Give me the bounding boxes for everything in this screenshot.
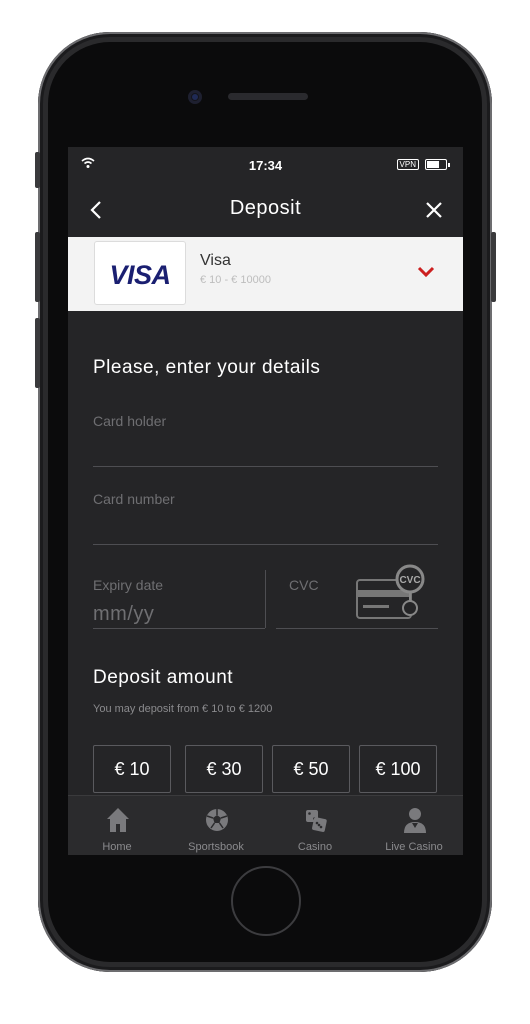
status-bar: 17:34 VPN	[68, 147, 463, 183]
cvc-underline	[276, 628, 438, 629]
battery-icon	[425, 159, 450, 170]
tab-label: Sportsbook	[188, 841, 244, 853]
bottom-tab-bar: Home Sportsbook Casino Live Casino	[68, 795, 463, 855]
tab-sportsbook[interactable]: Sportsbook	[167, 796, 265, 855]
phone-side-button	[35, 232, 40, 302]
amount-option-10[interactable]: € 10	[93, 745, 171, 793]
tab-casino[interactable]: Casino	[266, 796, 364, 855]
tab-label: Home	[102, 841, 132, 853]
payment-method-range: € 10 - € 10000	[200, 274, 271, 286]
card-holder-underline	[93, 466, 438, 467]
expiry-label: Expiry date	[93, 577, 164, 593]
dealer-icon	[404, 808, 426, 833]
dice-icon	[306, 810, 327, 832]
tab-label: Live Casino	[385, 841, 443, 853]
tab-home[interactable]: Home	[68, 796, 166, 855]
payment-method-selector[interactable]: VISA Visa € 10 - € 10000	[68, 237, 463, 311]
app-screen: 17:34 VPN Deposit VISA Visa € 10 - € 100…	[68, 147, 463, 855]
field-divider	[265, 570, 266, 628]
soccer-ball-icon	[206, 809, 228, 831]
vpn-badge: VPN	[396, 159, 419, 170]
deposit-amount-title: Deposit amount	[93, 667, 234, 688]
close-button[interactable]	[419, 195, 449, 225]
amount-option-100[interactable]: € 100	[359, 745, 437, 793]
tab-label: Casino	[297, 841, 333, 853]
card-number-underline	[93, 544, 438, 545]
nav-bar: Deposit	[68, 183, 463, 237]
phone-side-button	[35, 318, 40, 388]
deposit-limit-hint: You may deposit from € 10 to € 1200	[93, 703, 273, 715]
cvc-field[interactable]: CVC	[289, 577, 319, 593]
tab-live-casino[interactable]: Live Casino	[365, 796, 463, 855]
cvc-card-icon: CVC	[356, 564, 425, 619]
phone-home-button[interactable]	[231, 866, 301, 936]
visa-logo-card: VISA	[94, 241, 186, 305]
home-icon	[107, 808, 129, 832]
card-number-field[interactable]: Card number	[93, 491, 175, 507]
phone-side-button	[491, 232, 496, 302]
close-icon	[426, 202, 442, 218]
page-title: Deposit	[229, 197, 302, 219]
earpiece-speaker	[228, 93, 308, 100]
amount-option-30[interactable]: € 30	[185, 745, 263, 793]
payment-method-name: Visa	[200, 252, 231, 269]
phone-side-button	[35, 152, 40, 188]
details-title: Please, enter your details	[93, 357, 321, 378]
amount-option-50[interactable]: € 50	[272, 745, 350, 793]
expiry-underline	[93, 628, 265, 629]
chevron-down-icon[interactable]	[417, 265, 435, 279]
card-holder-field[interactable]: Card holder	[93, 413, 166, 429]
expiry-date-field[interactable]: mm/yy	[93, 603, 154, 626]
visa-logo: VISA	[109, 260, 171, 290]
front-camera	[188, 90, 202, 104]
cvc-badge-text: CVC	[399, 575, 420, 586]
